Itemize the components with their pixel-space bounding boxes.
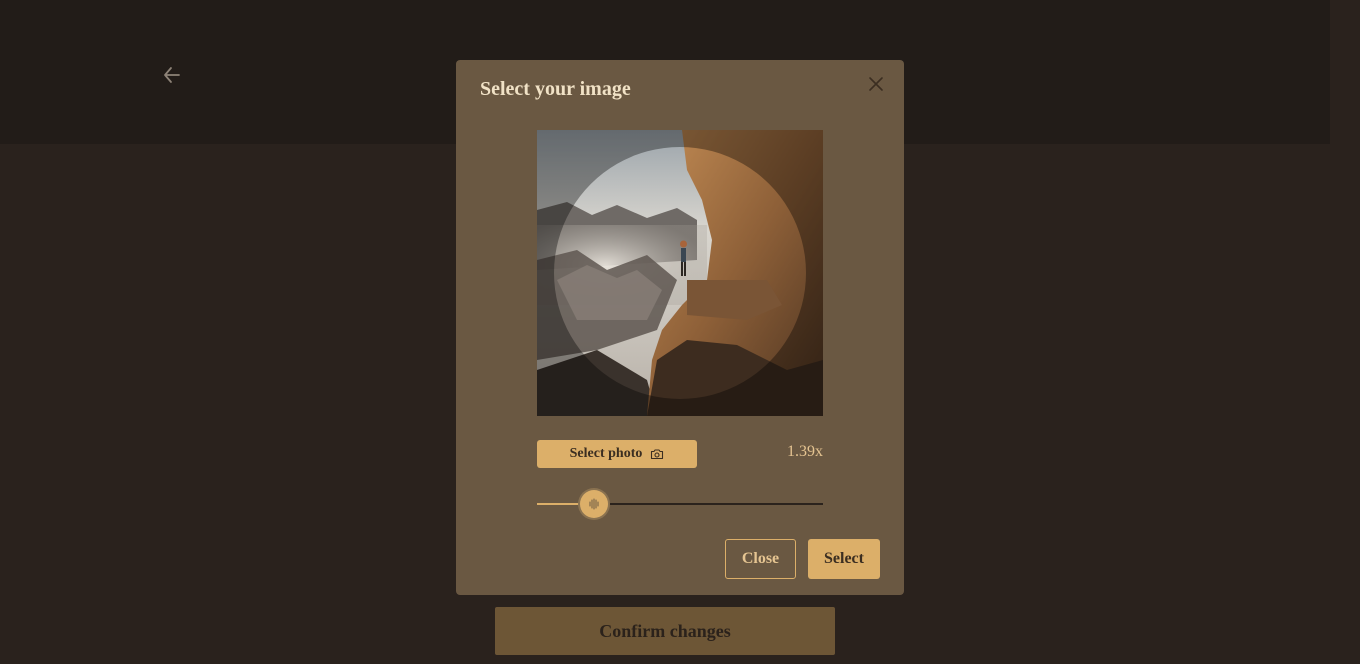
close-button[interactable]: Close: [725, 539, 796, 579]
zoom-slider-thumb[interactable]: [580, 490, 608, 518]
page: Confirm changes Select your image Select…: [0, 0, 1360, 664]
close-icon: [869, 77, 883, 91]
select-photo-button[interactable]: Select photo: [537, 440, 697, 468]
select-button[interactable]: Select: [808, 539, 880, 579]
zoom-level-readout: 1.39x: [787, 443, 823, 460]
arrow-left-icon: [164, 67, 180, 83]
camera-icon: [651, 449, 664, 460]
drag-handle-icon: [589, 498, 599, 510]
select-image-modal: Select your image Select photo 1.39x Clo…: [456, 60, 904, 595]
zoom-slider[interactable]: [537, 490, 823, 518]
modal-close-button[interactable]: [866, 74, 886, 94]
back-button[interactable]: [158, 61, 186, 89]
crop-preview-image: [537, 130, 823, 416]
modal-title: Select your image: [480, 78, 631, 100]
image-crop-area[interactable]: [537, 130, 823, 416]
confirm-changes-button[interactable]: Confirm changes: [495, 607, 835, 655]
select-photo-label: Select photo: [569, 446, 643, 461]
